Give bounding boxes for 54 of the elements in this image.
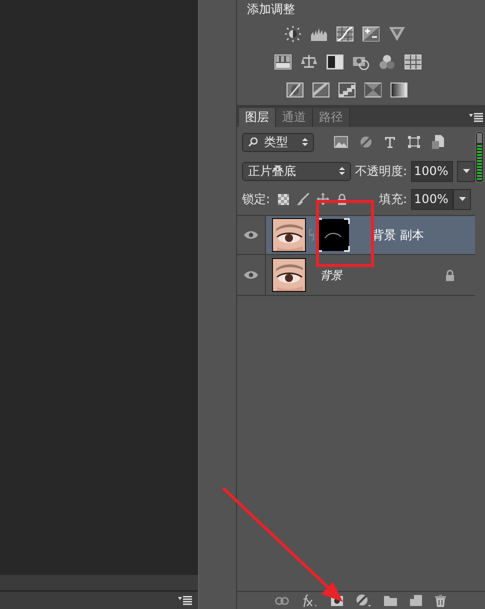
folder-icon[interactable] xyxy=(384,596,397,606)
half-square-icon[interactable] xyxy=(326,54,344,70)
panel-tab[interactable]: 图层 xyxy=(238,108,276,127)
eye-icon[interactable] xyxy=(244,271,258,279)
lock-label: 锁定: xyxy=(242,190,270,208)
menu-icon[interactable] xyxy=(469,113,483,122)
checkerboard-icon[interactable] xyxy=(278,194,289,204)
triangle-icon[interactable] xyxy=(388,26,406,42)
effects-icon[interactable] xyxy=(302,594,318,608)
highlight-box xyxy=(316,200,374,267)
link-icon[interactable] xyxy=(274,596,289,604)
opacity-dropdown[interactable] xyxy=(457,160,475,182)
bars-icon[interactable] xyxy=(274,54,292,70)
scrollbar[interactable] xyxy=(0,575,198,592)
fill-dropdown[interactable] xyxy=(453,188,472,210)
image-icon[interactable] xyxy=(334,136,348,148)
blend-mode-dropdown[interactable]: 正片叠底 xyxy=(242,162,351,180)
opacity-label: 不透明度: xyxy=(354,162,407,180)
gradient-icon[interactable] xyxy=(390,82,408,98)
grid-icon[interactable] xyxy=(404,54,422,70)
move-icon[interactable] xyxy=(317,193,329,205)
cross-square-icon[interactable] xyxy=(364,82,382,98)
steps-icon[interactable] xyxy=(338,82,356,98)
caret-icon xyxy=(458,197,466,201)
eye-icon[interactable] xyxy=(244,231,258,239)
plus-minus-icon[interactable] xyxy=(362,26,380,42)
slash-square-icon[interactable] xyxy=(286,82,304,98)
circle-icon[interactable] xyxy=(360,136,372,148)
panel-title: 添加调整 xyxy=(246,1,296,18)
new-layer-icon[interactable] xyxy=(410,595,422,606)
filter-dropdown[interactable]: 类型 xyxy=(242,132,314,152)
type-icon[interactable] xyxy=(384,136,396,148)
search-icon xyxy=(248,137,258,147)
transform-icon[interactable] xyxy=(408,136,420,148)
lock-icon[interactable] xyxy=(337,193,347,205)
caret-icon xyxy=(462,169,470,173)
trash-icon[interactable] xyxy=(434,594,446,606)
scales-icon[interactable] xyxy=(300,54,318,70)
menu-icon[interactable] xyxy=(178,596,192,605)
layer-name: 背景 xyxy=(320,268,342,282)
curve-icon[interactable] xyxy=(336,26,354,42)
brush-icon[interactable] xyxy=(297,193,309,205)
layer-row[interactable]: 背景 xyxy=(236,255,475,296)
document-icon[interactable] xyxy=(432,135,444,149)
fill-field[interactable]: 100% xyxy=(411,188,454,210)
stepper-icon xyxy=(302,137,308,147)
half-circle-icon[interactable] xyxy=(356,594,371,607)
circles-icon[interactable] xyxy=(378,54,396,70)
diagonal-icon[interactable] xyxy=(312,82,330,98)
meter-icon xyxy=(475,131,484,183)
opacity-field[interactable]: 100% xyxy=(411,160,453,182)
fill-label: 填充: xyxy=(379,190,408,208)
sun-icon[interactable] xyxy=(284,26,302,42)
stepper-icon xyxy=(338,166,345,176)
